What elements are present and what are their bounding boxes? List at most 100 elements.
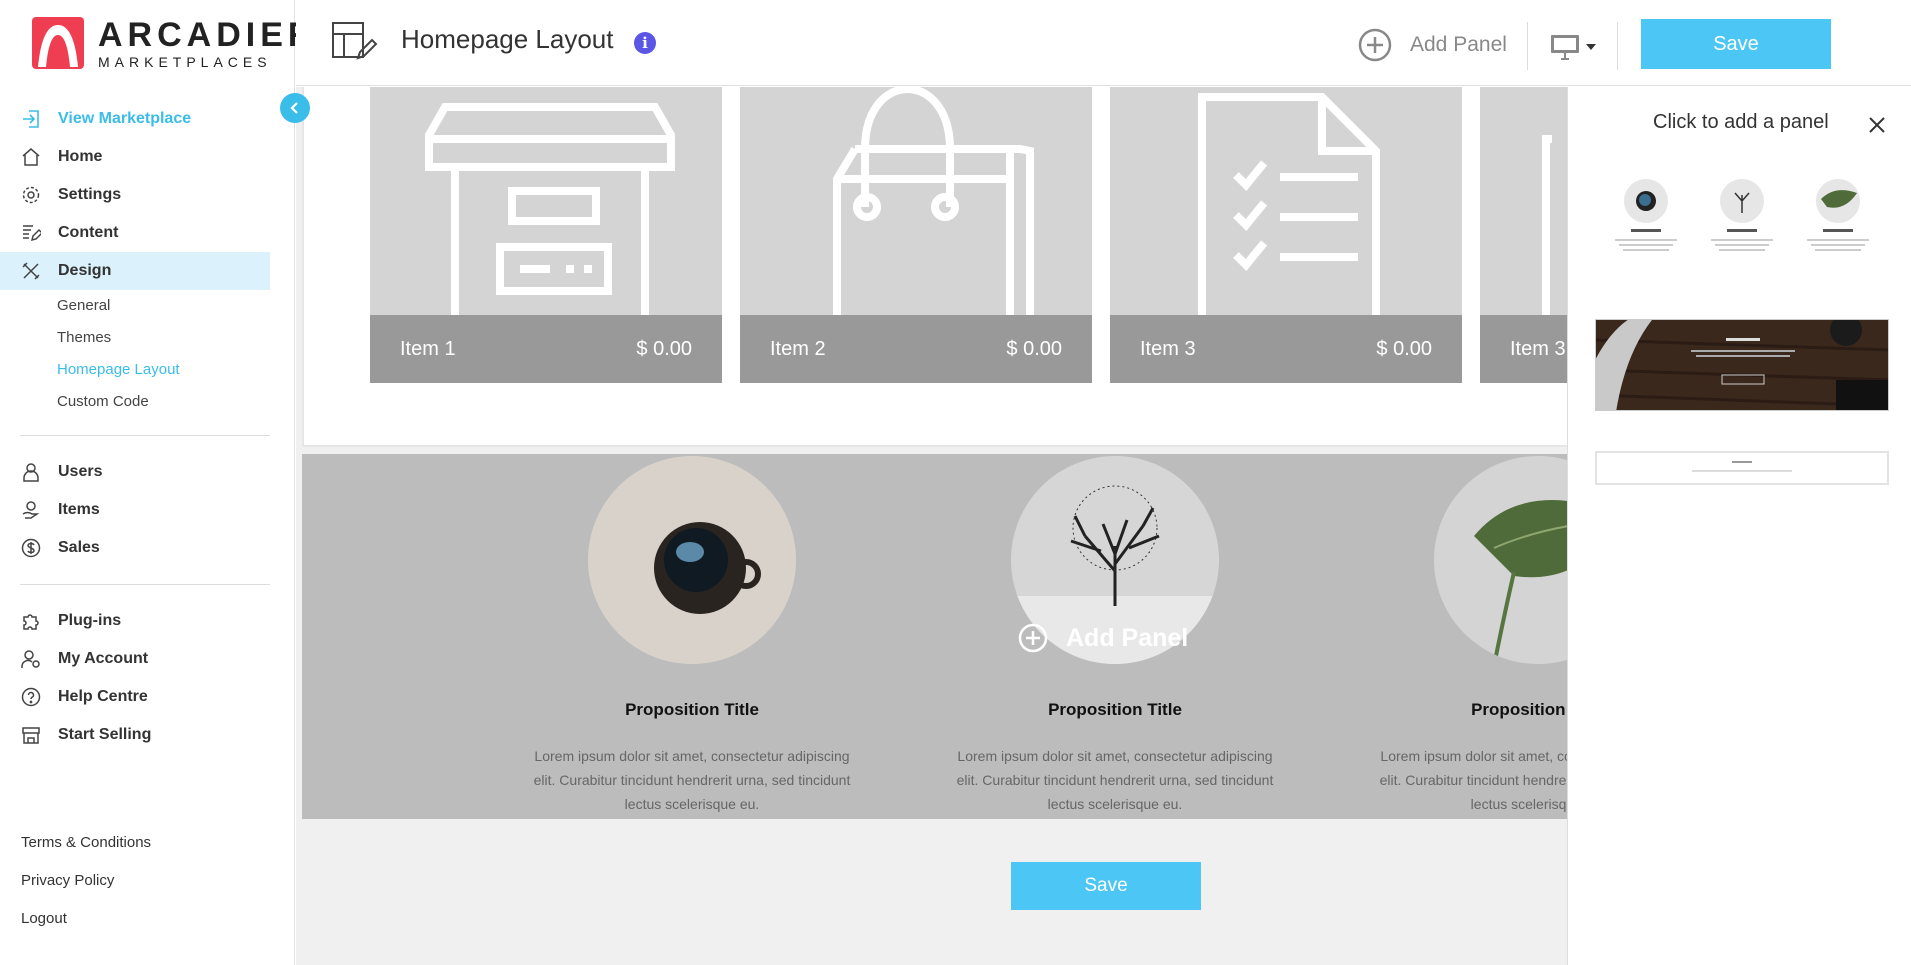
close-icon[interactable] bbox=[1868, 116, 1886, 134]
add-panel-button[interactable]: Add Panel bbox=[1358, 28, 1507, 62]
sidebar-item-content[interactable]: Content bbox=[0, 214, 270, 252]
toolbar-divider bbox=[1617, 22, 1618, 70]
app: ARCADIER MARKETPLACES View Marketplace H… bbox=[0, 0, 1911, 965]
sidebar-subitem-general[interactable]: General bbox=[0, 290, 270, 322]
arcadier-logo-icon bbox=[32, 17, 84, 69]
sidebar-item-label: My Account bbox=[58, 650, 149, 667]
logout-link[interactable]: Logout bbox=[21, 910, 151, 948]
collapse-sidebar-button[interactable] bbox=[280, 93, 310, 123]
plus-circle-icon bbox=[1358, 28, 1392, 62]
layout-edit-icon bbox=[332, 22, 378, 60]
sidebar-nav: View Marketplace Home Settings Content D… bbox=[0, 100, 270, 754]
proposition-title: Proposition Title bbox=[1048, 700, 1182, 719]
sidebar-item-start-selling[interactable]: Start Selling bbox=[0, 716, 270, 754]
desktop-icon bbox=[1551, 35, 1579, 60]
caret-down-icon bbox=[1586, 44, 1596, 50]
item-card[interactable]: Item 3 $ 0.00 bbox=[1110, 87, 1462, 383]
title-panel-thumb[interactable] bbox=[1595, 451, 1889, 485]
design-tools-icon bbox=[20, 260, 42, 282]
add-panel-label: Add Panel bbox=[1410, 33, 1507, 56]
sidebar-item-items[interactable]: Items bbox=[0, 491, 270, 529]
banner-panel-thumb[interactable] bbox=[1595, 319, 1889, 411]
proposition-text: Lorem ipsum dolor sit amet, consectetur … bbox=[1379, 748, 1568, 812]
sidebar-item-help-centre[interactable]: Help Centre bbox=[0, 678, 270, 716]
proposition-item: Proposition Title Lorem ipsum dolor sit … bbox=[532, 454, 852, 816]
sidebar-item-label: Items bbox=[58, 501, 100, 518]
help-icon bbox=[20, 686, 42, 708]
item-name: Item 3 bbox=[1510, 337, 1566, 360]
sidebar-footer: Terms & Conditions Privacy Policy Logout bbox=[21, 834, 151, 948]
logo-line2: MARKETPLACES bbox=[98, 53, 272, 70]
add-panel-overlay-label: Add Panel bbox=[1066, 623, 1189, 652]
sidebar-item-design[interactable]: Design bbox=[0, 252, 270, 290]
proposition-panel-thumb[interactable] bbox=[1595, 179, 1889, 269]
terms-link[interactable]: Terms & Conditions bbox=[21, 834, 151, 872]
gear-icon bbox=[20, 184, 42, 206]
proposition-title: Proposition Title bbox=[1471, 700, 1568, 719]
privacy-link[interactable]: Privacy Policy bbox=[21, 872, 151, 910]
page-title: Homepage Layout bbox=[401, 24, 614, 54]
sidebar-item-my-account[interactable]: My Account bbox=[0, 640, 270, 678]
sidebar-item-label: Sales bbox=[58, 539, 100, 556]
coffee-cup-image bbox=[588, 456, 796, 664]
item-card[interactable]: Item 2 $ 0.00 bbox=[740, 87, 1092, 383]
proposition-text: Lorem ipsum dolor sit amet, consectetur … bbox=[956, 748, 1274, 812]
device-preview-dropdown[interactable] bbox=[1550, 32, 1600, 62]
sidebar: ARCADIER MARKETPLACES View Marketplace H… bbox=[0, 0, 312, 965]
proposition-item: Proposition Title Lorem ipsum dolor sit … bbox=[1378, 454, 1568, 816]
layout-canvas: Item 1 $ 0.00 Item 2 $ 0.00 Item 3 $ 0.0… bbox=[296, 87, 1568, 965]
storefront-icon bbox=[20, 724, 42, 746]
plus-circle-icon bbox=[1018, 623, 1048, 653]
item-panel[interactable]: Item 1 $ 0.00 Item 2 $ 0.00 Item 3 $ 0.0… bbox=[302, 87, 1568, 447]
sidebar-subitem-homepage-layout[interactable]: Homepage Layout bbox=[0, 354, 270, 386]
sidebar-item-label: Help Centre bbox=[58, 688, 148, 705]
user-icon bbox=[20, 461, 42, 483]
item-price: $ 0.00 bbox=[636, 337, 692, 360]
proposition-title: Proposition Title bbox=[625, 700, 759, 719]
toolbar-divider bbox=[1527, 22, 1528, 70]
item-price: $ 0.00 bbox=[1376, 337, 1432, 360]
drawer-title: Click to add a panel bbox=[1653, 111, 1829, 133]
save-bottom-button[interactable]: Save bbox=[1011, 862, 1201, 910]
sidebar-item-label: Plug-ins bbox=[58, 612, 122, 629]
sidebar-item-home[interactable]: Home bbox=[0, 138, 270, 176]
item-card[interactable]: Item 3 bbox=[1480, 87, 1568, 383]
item-price: $ 0.00 bbox=[1006, 337, 1062, 360]
puzzle-icon bbox=[20, 610, 42, 632]
item-card[interactable]: Item 1 $ 0.00 bbox=[370, 87, 722, 383]
proposition-panel[interactable]: Proposition Title Lorem ipsum dolor sit … bbox=[302, 454, 1568, 819]
sidebar-item-sales[interactable]: Sales bbox=[0, 529, 270, 567]
add-panel-overlay-button[interactable]: Add Panel bbox=[1018, 623, 1188, 653]
sidebar-item-label: Home bbox=[58, 148, 103, 165]
sidebar-subitem-themes[interactable]: Themes bbox=[0, 322, 270, 354]
sidebar-divider bbox=[20, 435, 270, 436]
sidebar-item-label: Start Selling bbox=[58, 726, 152, 743]
sidebar-item-label: Users bbox=[58, 463, 103, 480]
save-button[interactable]: Save bbox=[1641, 19, 1831, 69]
item-name: Item 2 bbox=[770, 337, 826, 360]
sidebar-divider bbox=[20, 584, 270, 585]
sidebar-item-label: Content bbox=[58, 224, 119, 241]
sidebar-item-plugins[interactable]: Plug-ins bbox=[0, 602, 270, 640]
sidebar-item-users[interactable]: Users bbox=[0, 453, 270, 491]
logo-line1: ARCADIER bbox=[98, 15, 318, 54]
sidebar-item-settings[interactable]: Settings bbox=[0, 176, 270, 214]
item-name: Item 3 bbox=[1140, 337, 1196, 360]
top-bar: Homepage Layout i Add Panel Save bbox=[296, 0, 1911, 86]
sidebar-subitem-custom-code[interactable]: Custom Code bbox=[0, 386, 270, 418]
home-icon bbox=[20, 146, 42, 168]
account-gear-icon bbox=[20, 648, 42, 670]
sidebar-item-view-marketplace[interactable]: View Marketplace bbox=[0, 100, 270, 138]
content-edit-icon bbox=[20, 222, 42, 244]
dollar-icon bbox=[20, 537, 42, 559]
enter-icon bbox=[20, 108, 42, 130]
item-name: Item 1 bbox=[400, 337, 456, 360]
logo[interactable]: ARCADIER MARKETPLACES bbox=[32, 16, 317, 70]
items-hand-icon bbox=[20, 499, 42, 521]
leaf-image bbox=[1434, 456, 1568, 664]
chevron-left-icon bbox=[290, 102, 298, 114]
info-icon[interactable]: i bbox=[634, 32, 656, 54]
proposition-text: Lorem ipsum dolor sit amet, consectetur … bbox=[533, 748, 851, 812]
add-panel-drawer: Click to add a panel bbox=[1567, 87, 1911, 965]
sidebar-item-label: Design bbox=[58, 262, 112, 279]
